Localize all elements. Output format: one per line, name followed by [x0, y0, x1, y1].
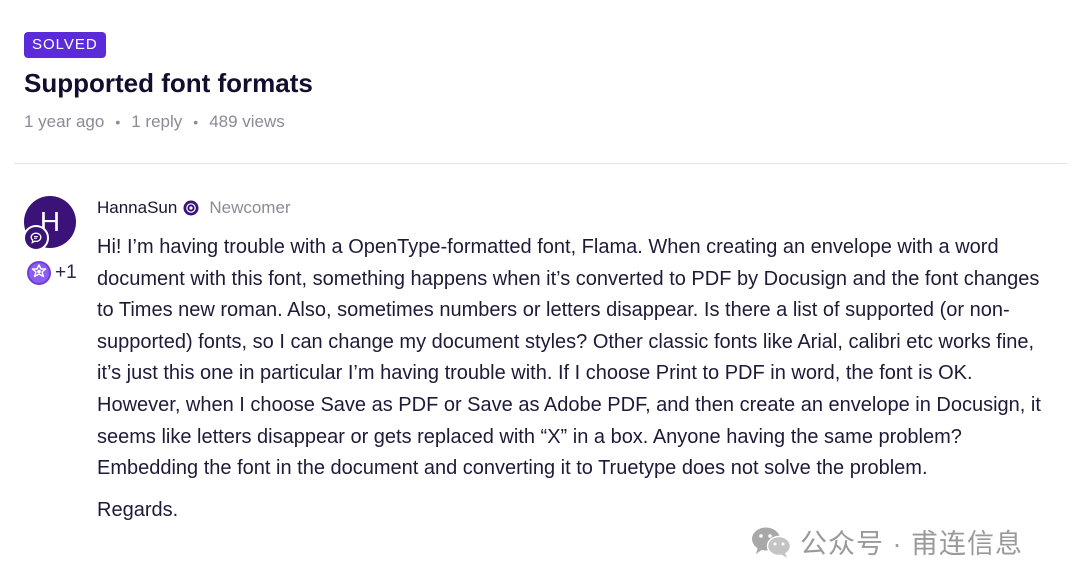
- post-text: Hi! I’m having trouble with a OpenType-f…: [97, 236, 1041, 480]
- kudos-count: +1: [55, 262, 77, 283]
- view-count: 489 views: [209, 112, 285, 131]
- rank-icon: [183, 200, 199, 216]
- divider: [14, 163, 1068, 164]
- kudos[interactable]: +1: [26, 260, 77, 286]
- reply-count[interactable]: 1 reply: [131, 112, 182, 132]
- meta-separator: •: [193, 114, 199, 130]
- chat-bubble-icon: [23, 225, 49, 251]
- wechat-logo-icon: [752, 527, 792, 558]
- author-row: HannaSun Newcomer: [97, 198, 291, 218]
- post-age: 1 year ago: [24, 112, 105, 131]
- meta-separator: •: [115, 114, 121, 130]
- author-name[interactable]: HannaSun: [97, 198, 177, 218]
- author-rank: Newcomer: [209, 198, 291, 217]
- topic-meta: 1 year ago • 1 reply • 489 views: [24, 112, 1056, 132]
- post-body: Hi! I’m having trouble with a OpenType-f…: [97, 232, 1057, 526]
- page-title: Supported font formats: [24, 68, 313, 98]
- watermark-text: 公众号 · 甫连信息: [800, 529, 1023, 559]
- topic-header: SOLVED Supported font formats 1 year ago…: [24, 32, 1056, 132]
- watermark: 公众号 · 甫连信息: [750, 522, 1023, 561]
- solved-badge: SOLVED: [24, 32, 106, 58]
- kudos-gear-icon: [27, 261, 51, 285]
